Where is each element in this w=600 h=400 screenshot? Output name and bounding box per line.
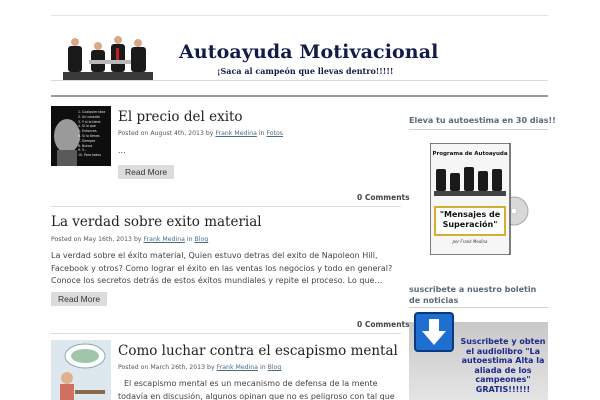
category-link[interactable]: Fotos [266,130,283,137]
post-thumbnail[interactable]: 1. Cualquier idea 2. Un corazón 3. Y si lo… [51,106,111,166]
post-meta: Posted on August 4th, 2013 by Frank Medi… [118,130,283,137]
post-date: Posted on March 26th, 2013 by [118,364,215,371]
widget-title-autoestima: Eleva tu autoestima en 30 dias!! [409,116,556,125]
read-more-button[interactable]: Read More [51,292,108,306]
business-people-logo[interactable] [63,34,153,80]
post-title[interactable]: El precio del exito [118,109,243,125]
site-tagline: ¡Saca al campeón que llevas dentro!!!!! [217,66,394,76]
meta-in: in [186,236,193,243]
post-divider [51,333,401,334]
site-title[interactable]: Autoayuda Motivacional [179,41,438,63]
newsletter-banner[interactable]: Suscribete y obten el audiolibro "La aut… [409,312,548,400]
download-arrow-icon [414,312,454,352]
top-divider [51,15,548,16]
dvd-title: Programa de Autoayuda [432,151,508,157]
header-divider [51,80,548,81]
post-divider [51,206,401,207]
category-link[interactable]: Blog [268,364,282,371]
post-thumbnail[interactable] [51,340,111,400]
dvd-product-image[interactable]: Programa de Autoayuda "Mensajes de Super… [429,142,530,256]
meta-in: in [258,130,265,137]
post-excerpt: La verdad sobre el éxito material, Quien… [51,251,393,285]
site-header: Autoayuda Motivacional ¡Saca al campeón … [51,30,548,80]
post-excerpt: ... [118,146,126,155]
post-date: Posted on August 4th, 2013 by [118,130,214,137]
dvd-label: "Mensajes de Superación" [439,210,501,229]
thumbnail-list: 1. Cualquier idea 2. Un corazón 3. Y si lo… [78,110,106,158]
dvd-author: por Frank Medina [452,239,488,244]
category-link[interactable]: Blog [195,236,209,243]
widget-divider [409,307,548,308]
author-link[interactable]: Frank Medina [215,130,256,137]
post-meta: Posted on May 16th, 2013 by Frank Medina… [51,236,208,243]
post-title[interactable]: Como luchar contra el escapismo mental [118,343,398,359]
author-link[interactable]: Frank Medina [144,236,185,243]
post-title[interactable]: La verdad sobre exito material [51,214,262,230]
widget-divider [409,129,548,130]
widget-title-newsletter: suscribete a nuestro boletin de noticias [409,285,537,305]
newsletter-offer-text: Suscribete y obten el audiolibro "La aut… [460,337,546,394]
meta-in: in [259,364,266,371]
content-divider [51,95,548,97]
post-meta: Posted on March 26th, 2013 by Frank Medi… [118,364,281,371]
author-link[interactable]: Frank Medina [217,364,258,371]
daydreaming-woman-image [51,340,111,400]
post-date: Posted on May 16th, 2013 by [51,236,142,243]
post-excerpt: El escapismo mental es un mecanismo de d… [118,379,395,400]
read-more-button[interactable]: Read More [118,165,175,179]
